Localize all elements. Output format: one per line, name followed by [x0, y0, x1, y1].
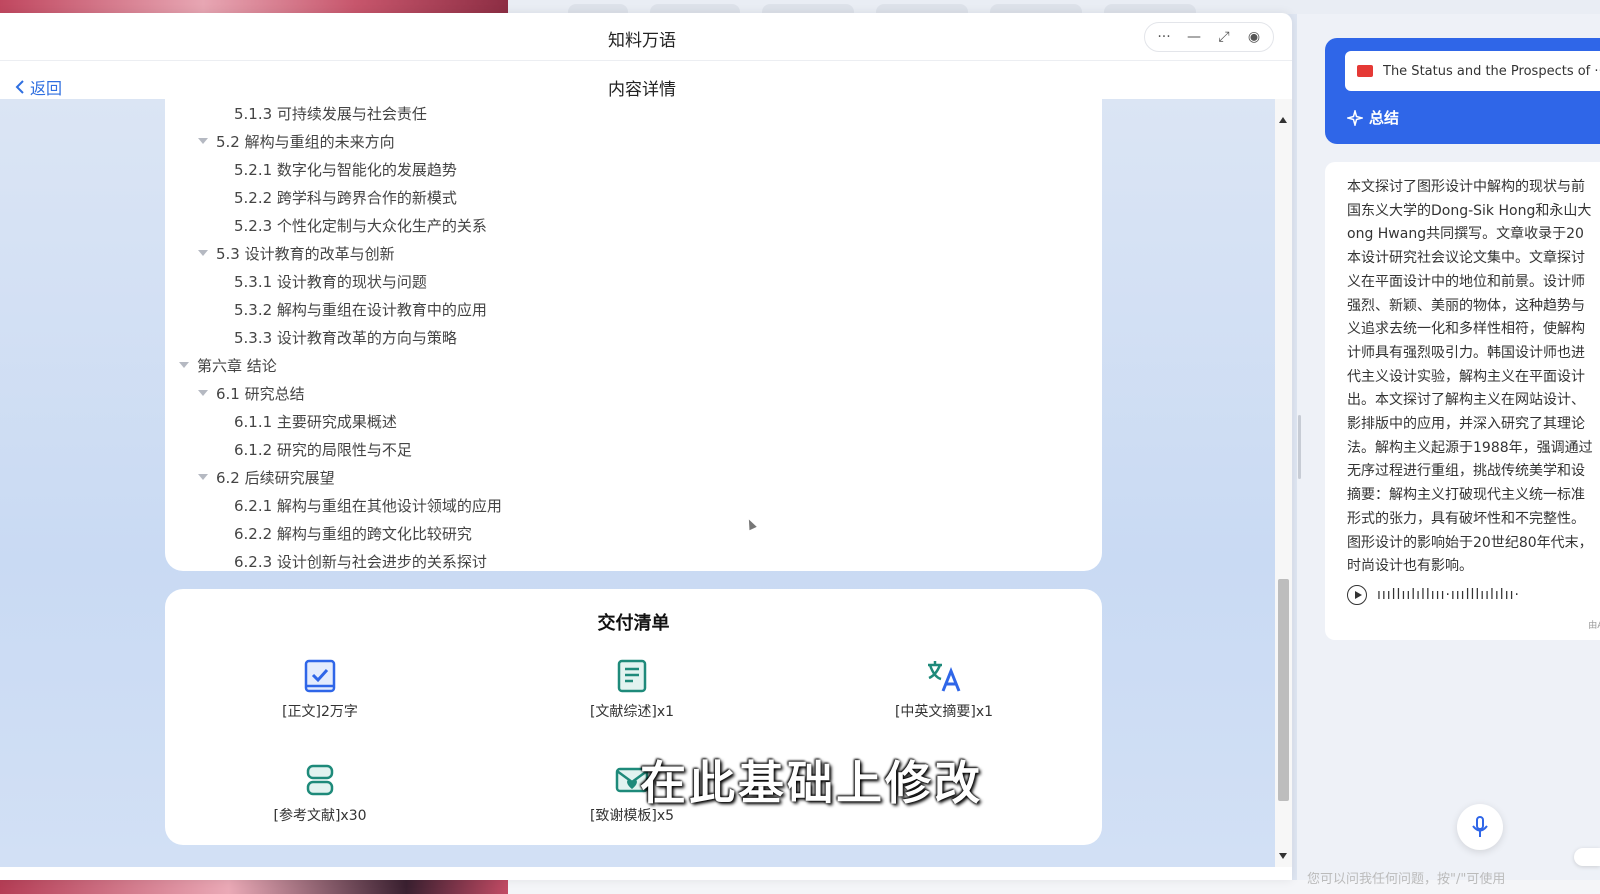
toc-item[interactable]: 第六章 结论 [179, 355, 277, 376]
document-list-icon [617, 659, 647, 693]
toc-item[interactable]: 6.2.3 设计创新与社会进步的关系探讨 [234, 551, 487, 572]
pdf-file-name: The Status and the Prospects of ··· [1383, 63, 1600, 79]
more-options-button[interactable]: ··· [1151, 25, 1177, 49]
content-area: 5.1.3 可持续发展与社会责任 5.2 解构与重组的未来方向 5.2.1 数字… [0, 99, 1275, 867]
maximize-button[interactable]: ⤢ [1211, 25, 1237, 49]
translate-icon [928, 661, 961, 692]
chat-input-placeholder[interactable]: 您可以问我任何问题，按"/"可使用 [1307, 868, 1600, 887]
deliverable-label: [文献综述]x1 [589, 704, 675, 720]
deliverable-label: [中英文摘要]x1 [894, 704, 994, 720]
wallpaper-art-top [0, 0, 508, 14]
wallpaper-art-bottom [0, 880, 508, 894]
summary-line: 计师具有强烈吸引力。韩国设计师也进 [1347, 344, 1585, 361]
pdf-file-chip[interactable]: The Status and the Prospects of ··· [1345, 51, 1600, 91]
microphone-icon [1472, 816, 1488, 837]
summary-line: 出。本文探讨了解构主义在网站设计、 [1347, 392, 1585, 409]
toc-item[interactable]: 5.3.2 解构与重组在设计教育中的应用 [234, 299, 487, 320]
caret-down-icon[interactable] [198, 473, 208, 480]
summary-line: 国东义大学的Dong-Sik Hong和永山大 [1347, 202, 1592, 219]
minimize-button[interactable]: — [1181, 25, 1207, 49]
caret-down-icon[interactable] [198, 137, 208, 144]
scrollbar[interactable] [1275, 99, 1292, 867]
deliverable-item[interactable]: [中英文摘要]x1 [864, 659, 1024, 721]
deliverable-label: [正文]2万字 [282, 704, 358, 720]
summary-line: 义追求去统一化和多样性相符，使解构 [1347, 321, 1585, 338]
summary-line: 法。解构主义起源于1988年，强调通过 [1347, 439, 1593, 456]
window-controls: ··· — ⤢ ◉ [1144, 22, 1274, 52]
summary-line: 本文探讨了图形设计中解构的现状与前 [1347, 179, 1585, 195]
video-subtitle: 在此基础上修改 [640, 756, 983, 810]
summary-line: 摘要：解构主义打破现代主义统一标准 [1347, 487, 1585, 504]
summary-line: 无序过程进行重组，挑战传统美学和设 [1347, 463, 1585, 480]
toc-item[interactable]: 5.2.2 跨学科与跨界合作的新模式 [234, 187, 457, 208]
checked-book-icon [304, 659, 336, 693]
toc-item[interactable]: 5.2.3 个性化定制与大众化生产的关系 [234, 215, 487, 236]
caret-down-icon[interactable] [198, 249, 208, 256]
ai-generated-note: 由AI自 [1588, 621, 1600, 631]
panel-resize-handle[interactable] [1298, 415, 1301, 479]
summary-tag-label: 总结 [1369, 109, 1400, 127]
summary-text: 本文探讨了图形设计中解构的现状与前 国东义大学的Dong-Sik Hong和永山… [1347, 176, 1600, 579]
deliverable-item[interactable]: [正文]2万字 [240, 659, 400, 721]
summary-card: 本文探讨了图形设计中解构的现状与前 国东义大学的Dong-Sik Hong和永山… [1325, 162, 1600, 640]
toc-item[interactable]: 6.2.2 解构与重组的跨文化比较研究 [234, 523, 472, 544]
toc-item[interactable]: 6.2.1 解构与重组在其他设计领域的应用 [234, 495, 502, 516]
toc-item[interactable]: 6.1.1 主要研究成果概述 [234, 411, 397, 432]
toc-item[interactable]: 5.3 设计教育的改革与创新 [198, 243, 395, 264]
summary-line: 本设计研究社会议论文集中。文章探讨 [1347, 250, 1585, 267]
summary-line: ong Hwang共同撰写。文章收录于20 [1347, 226, 1584, 243]
toc-item[interactable]: 5.2 解构与重组的未来方向 [198, 131, 395, 152]
caret-down-icon[interactable] [198, 389, 208, 396]
table-of-contents: 5.1.3 可持续发展与社会责任 5.2 解构与重组的未来方向 5.2.1 数字… [165, 99, 1102, 571]
toc-item[interactable]: 5.3.1 设计教育的现状与问题 [234, 271, 427, 292]
deliverable-label: [参考文献]x30 [273, 808, 367, 824]
toc-item[interactable]: 5.3.3 设计教育改革的方向与策略 [234, 327, 457, 348]
app-title: 知料万语 [608, 31, 676, 51]
collapse-button[interactable] [1574, 848, 1600, 866]
scroll-up-arrow-icon[interactable] [1279, 117, 1287, 123]
sparkle-icon [1347, 109, 1363, 126]
summary-line: 影排版中的应用，并深入研究了其理论 [1347, 416, 1585, 433]
toc-item[interactable]: 6.2 后续研究展望 [198, 467, 335, 488]
toc-item[interactable]: 6.1.2 研究的局限性与不足 [234, 439, 412, 460]
page-title: 内容详情 [608, 80, 676, 100]
summary-line: 形式的张力，具有破坏性和不完整性。 [1347, 510, 1585, 527]
summary-line: 时尚设计也有影响。 [1347, 558, 1473, 575]
deliverable-item[interactable]: [文献综述]x1 [552, 659, 712, 721]
summary-line: 图形设计的影响始于20世纪80年代末， [1347, 534, 1593, 551]
toc-item[interactable]: 5.2.1 数字化与智能化的发展趋势 [234, 159, 457, 180]
summary-line: 强烈、新颖、美丽的物体，这种趋势与 [1347, 297, 1585, 314]
summary-line: 代主义设计实验，解构主义在平面设计 [1347, 368, 1585, 385]
panel-header: The Status and the Prospects of ··· 总结 [1325, 38, 1600, 144]
play-icon[interactable] [1347, 585, 1367, 605]
record-button[interactable]: ◉ [1241, 25, 1267, 49]
bookmark-stack-icon [306, 764, 334, 796]
audio-waveform[interactable]: ıııllıılıllııı·ııılllıılılıı· [1377, 587, 1520, 603]
microphone-button[interactable] [1457, 804, 1503, 850]
pdf-icon [1357, 65, 1373, 77]
deliverables-title: 交付清单 [597, 613, 670, 634]
caret-down-icon[interactable] [179, 361, 189, 368]
summary-tab[interactable]: 总结 [1347, 107, 1399, 128]
scroll-down-arrow-icon[interactable] [1279, 853, 1287, 859]
deliverable-item[interactable]: [参考文献]x30 [240, 763, 400, 825]
toc-item[interactable]: 6.1 研究总结 [198, 383, 305, 404]
ai-side-panel: The Status and the Prospects of ··· 总结 本… [1297, 14, 1600, 887]
summary-line: 义在平面设计中的地位和前景。设计师 [1347, 273, 1585, 290]
title-bar: 知料万语 ··· — ⤢ ◉ [0, 13, 1292, 61]
audio-player: ıııllıılıllııı·ııılllıılılıı· [1347, 585, 1520, 605]
toc-item[interactable]: 5.1.3 可持续发展与社会责任 [234, 103, 427, 124]
scrollbar-thumb[interactable] [1278, 579, 1289, 801]
